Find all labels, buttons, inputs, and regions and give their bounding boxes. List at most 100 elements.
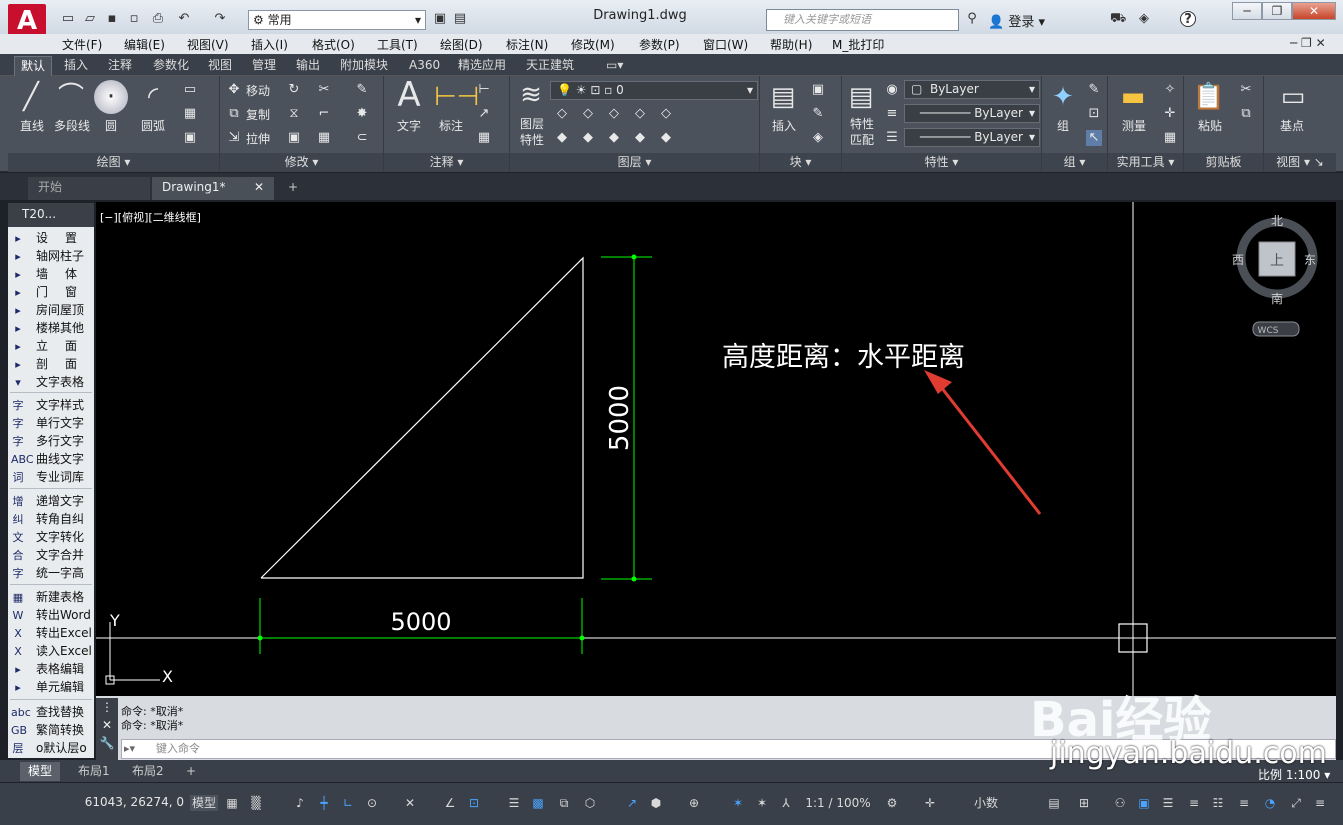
layer-properties-icon[interactable]: ≋: [514, 78, 548, 112]
tab-featured-apps[interactable]: 精选应用: [452, 56, 512, 76]
tab-start[interactable]: 开始: [28, 177, 150, 200]
palette-command-item[interactable]: abc 查找替换: [8, 703, 94, 721]
drawing-canvas[interactable]: 5000 5000 高度距离：水平距离 Y X 上 北 南 东 西 WCS: [96, 202, 1336, 696]
text-tool[interactable]: 文字: [390, 117, 428, 134]
menu-edit[interactable]: 编辑(E): [124, 36, 165, 53]
binoculars-icon[interactable]: ⚲: [964, 11, 980, 27]
application-menu-button[interactable]: A: [8, 4, 46, 38]
layer-tool-7-icon[interactable]: ◆: [580, 130, 596, 146]
menu-parametric[interactable]: 参数(P): [639, 36, 680, 53]
snap-icon[interactable]: ▒: [248, 795, 264, 811]
group-edit-icon[interactable]: ⊡: [1086, 106, 1102, 122]
redo-icon[interactable]: ↷: [212, 11, 228, 27]
gizmo-icon[interactable]: ⊕: [686, 795, 702, 811]
tab-insert[interactable]: 插入: [58, 56, 94, 76]
workspace-gear-icon[interactable]: ⚙: [884, 795, 900, 811]
annotation-text[interactable]: 高度距离：水平距离: [722, 342, 965, 373]
point-icon[interactable]: ✛: [1162, 106, 1178, 122]
palette-menu-elevation[interactable]: ▸ 立面: [8, 337, 94, 355]
viewcube-north[interactable]: 北: [1271, 214, 1283, 228]
copy-icon[interactable]: ⧉: [226, 106, 242, 122]
boundary-icon[interactable]: ▣: [182, 130, 198, 146]
layer-combo[interactable]: 💡 ☀ ⊡ ▫ 0 ▾: [550, 81, 758, 100]
save-as-icon[interactable]: ▫: [126, 11, 142, 27]
palette-menu-section[interactable]: ▸ 剖面: [8, 355, 94, 373]
grid-icon[interactable]: ▦: [224, 795, 240, 811]
lineweight-display-icon[interactable]: ☰: [506, 795, 522, 811]
annotation-visibility-icon[interactable]: ✶: [730, 795, 746, 811]
group-tool[interactable]: 组: [1046, 117, 1080, 134]
stretch-icon[interactable]: ⇲: [226, 130, 242, 146]
groups-panel-title[interactable]: 组 ▾: [1042, 153, 1107, 172]
linetype-combo[interactable]: ─────── ByLayer ▾: [904, 104, 1040, 123]
auto-scale-icon[interactable]: ✶: [754, 795, 770, 811]
copy-tool[interactable]: 复制: [246, 106, 270, 123]
customization-icon[interactable]: ≡: [1236, 795, 1252, 811]
osnap-tracking-icon[interactable]: ∠: [442, 795, 458, 811]
measure-icon[interactable]: ▬: [1116, 80, 1150, 114]
linear-dim-icon[interactable]: ⊢: [476, 82, 492, 98]
offset-icon[interactable]: ⊂: [354, 130, 370, 146]
tab-tarch[interactable]: 天正建筑: [520, 56, 580, 76]
palette-command-item[interactable]: 纠转角自纠: [8, 510, 94, 528]
palette-menu-stairs[interactable]: ▸ 楼梯其他: [8, 319, 94, 337]
draw-panel-title[interactable]: 绘图 ▾: [8, 153, 219, 172]
palette-command-item[interactable]: ABC 曲线文字: [8, 450, 94, 468]
help-icon[interactable]: ?: [1180, 11, 1196, 27]
linetype-icon[interactable]: ≡: [884, 106, 900, 122]
layer-tool-8-icon[interactable]: ◆: [606, 130, 622, 146]
match-tool-icon[interactable]: ▤: [452, 11, 468, 27]
color-wheel-icon[interactable]: ◉: [884, 82, 900, 98]
hardware-acceleration-icon[interactable]: ▣: [1136, 795, 1152, 811]
palette-command-item[interactable]: GB 繁简转换: [8, 721, 94, 739]
palette-menu-wall[interactable]: ▸ 墙体: [8, 265, 94, 283]
tab-annotate[interactable]: 注释: [102, 56, 138, 76]
insert-block-tool[interactable]: 插入: [764, 117, 804, 134]
tab-layout1[interactable]: 布局1: [70, 762, 118, 781]
palette-command-item[interactable]: X 读入Excel: [8, 642, 94, 660]
properties-toggle-icon[interactable]: ☷: [1210, 795, 1226, 811]
menu-window[interactable]: 窗口(W): [703, 36, 748, 53]
annotation-scale-select[interactable]: 1:1 / 100%: [798, 795, 878, 811]
search-input[interactable]: 键入关键字或短语: [766, 9, 959, 31]
tab-manage[interactable]: 管理: [246, 56, 282, 76]
dimension-icon[interactable]: ⊢⊣: [434, 80, 479, 114]
dim-text-vertical[interactable]: 5000: [605, 385, 635, 451]
ribbon-toggle-icon[interactable]: ▭▾: [600, 56, 629, 76]
insert-block-icon[interactable]: ▤: [766, 80, 800, 114]
command-window-handle[interactable]: ⋮ ✕ 🔧: [96, 698, 118, 760]
tab-model[interactable]: 模型: [20, 762, 61, 781]
tab-drawing1[interactable]: Drawing1* ✕: [152, 177, 274, 200]
trim-icon[interactable]: ✂: [316, 82, 332, 98]
clipboard-panel-title[interactable]: 剪贴板: [1184, 153, 1263, 172]
isodraft-icon[interactable]: ✕: [402, 795, 418, 811]
arc-tool[interactable]: 圆弧: [132, 117, 174, 134]
palette-menu-axis[interactable]: ▸ 轴网柱子: [8, 247, 94, 265]
polar-icon[interactable]: ⊙: [364, 795, 380, 811]
cart-icon[interactable]: ⛟: [1110, 11, 1126, 27]
leader-icon[interactable]: ↗: [476, 106, 492, 122]
layer-tool-5-icon[interactable]: ◇: [658, 106, 674, 122]
login-button[interactable]: 👤 登录 ▾: [988, 11, 1045, 30]
tab-view[interactable]: 视图: [202, 56, 238, 76]
paste-tool[interactable]: 粘贴: [1190, 117, 1230, 134]
cut-icon[interactable]: ✂: [1238, 82, 1254, 98]
menu-tools[interactable]: 工具(T): [377, 36, 418, 53]
palette-command-item[interactable]: ▸ 表格编辑: [8, 660, 94, 678]
annotation-panel-title[interactable]: 注释 ▾: [384, 153, 509, 172]
layer-tool-9-icon[interactable]: ◆: [632, 130, 648, 146]
menu-batch-plot[interactable]: M_批打印: [832, 36, 884, 53]
menu-dimension[interactable]: 标注(N): [506, 36, 548, 53]
minimize-button[interactable]: ─: [1232, 2, 1262, 20]
move-icon[interactable]: ✥: [226, 82, 242, 98]
navigation-wheel-icon[interactable]: ◔: [1262, 795, 1278, 811]
rectangle-icon[interactable]: ▭: [182, 82, 198, 98]
layer-tool-6-icon[interactable]: ◆: [554, 130, 570, 146]
move-tool[interactable]: 移动: [246, 82, 270, 99]
match-properties-icon[interactable]: ▤: [844, 80, 878, 114]
viewcube-east[interactable]: 东: [1304, 253, 1316, 267]
scale-icon[interactable]: ▣: [286, 130, 302, 146]
polyline-tool[interactable]: 多段线: [48, 117, 96, 134]
menu-file[interactable]: 文件(F): [62, 36, 102, 53]
palette-menu-settings[interactable]: ▸ 设置: [8, 229, 94, 247]
